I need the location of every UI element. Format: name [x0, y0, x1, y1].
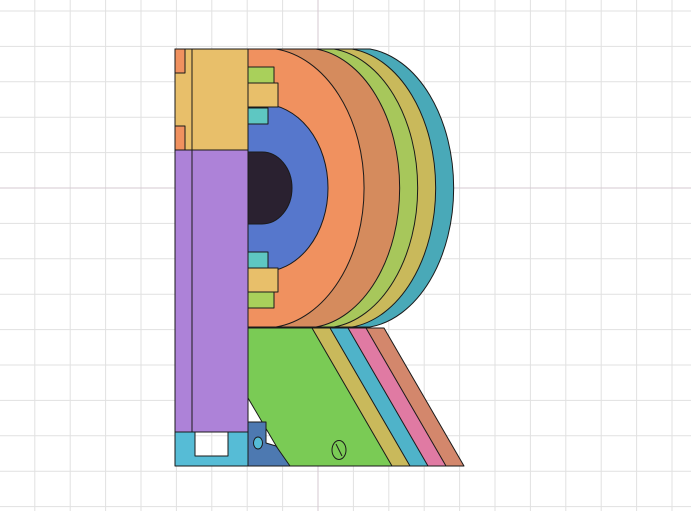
tab-bottom-2[interactable] [247, 267, 279, 293]
stem-block[interactable] [174, 149, 249, 433]
top-block[interactable] [174, 48, 249, 151]
top-block-pin-upper [174, 48, 186, 74]
tab-bottom-3[interactable] [247, 291, 275, 309]
tab-bottom-1[interactable] [247, 251, 269, 269]
tab-top-1[interactable] [247, 66, 275, 84]
tab-top-2[interactable] [247, 82, 279, 108]
top-block-pin-lower [174, 125, 186, 151]
tab-top-3[interactable] [247, 107, 269, 125]
letter-r-model[interactable] [174, 48, 465, 467]
3d-viewport[interactable] [0, 0, 691, 511]
bracket-hole [253, 436, 263, 450]
viewport-canvas[interactable] [0, 0, 691, 511]
